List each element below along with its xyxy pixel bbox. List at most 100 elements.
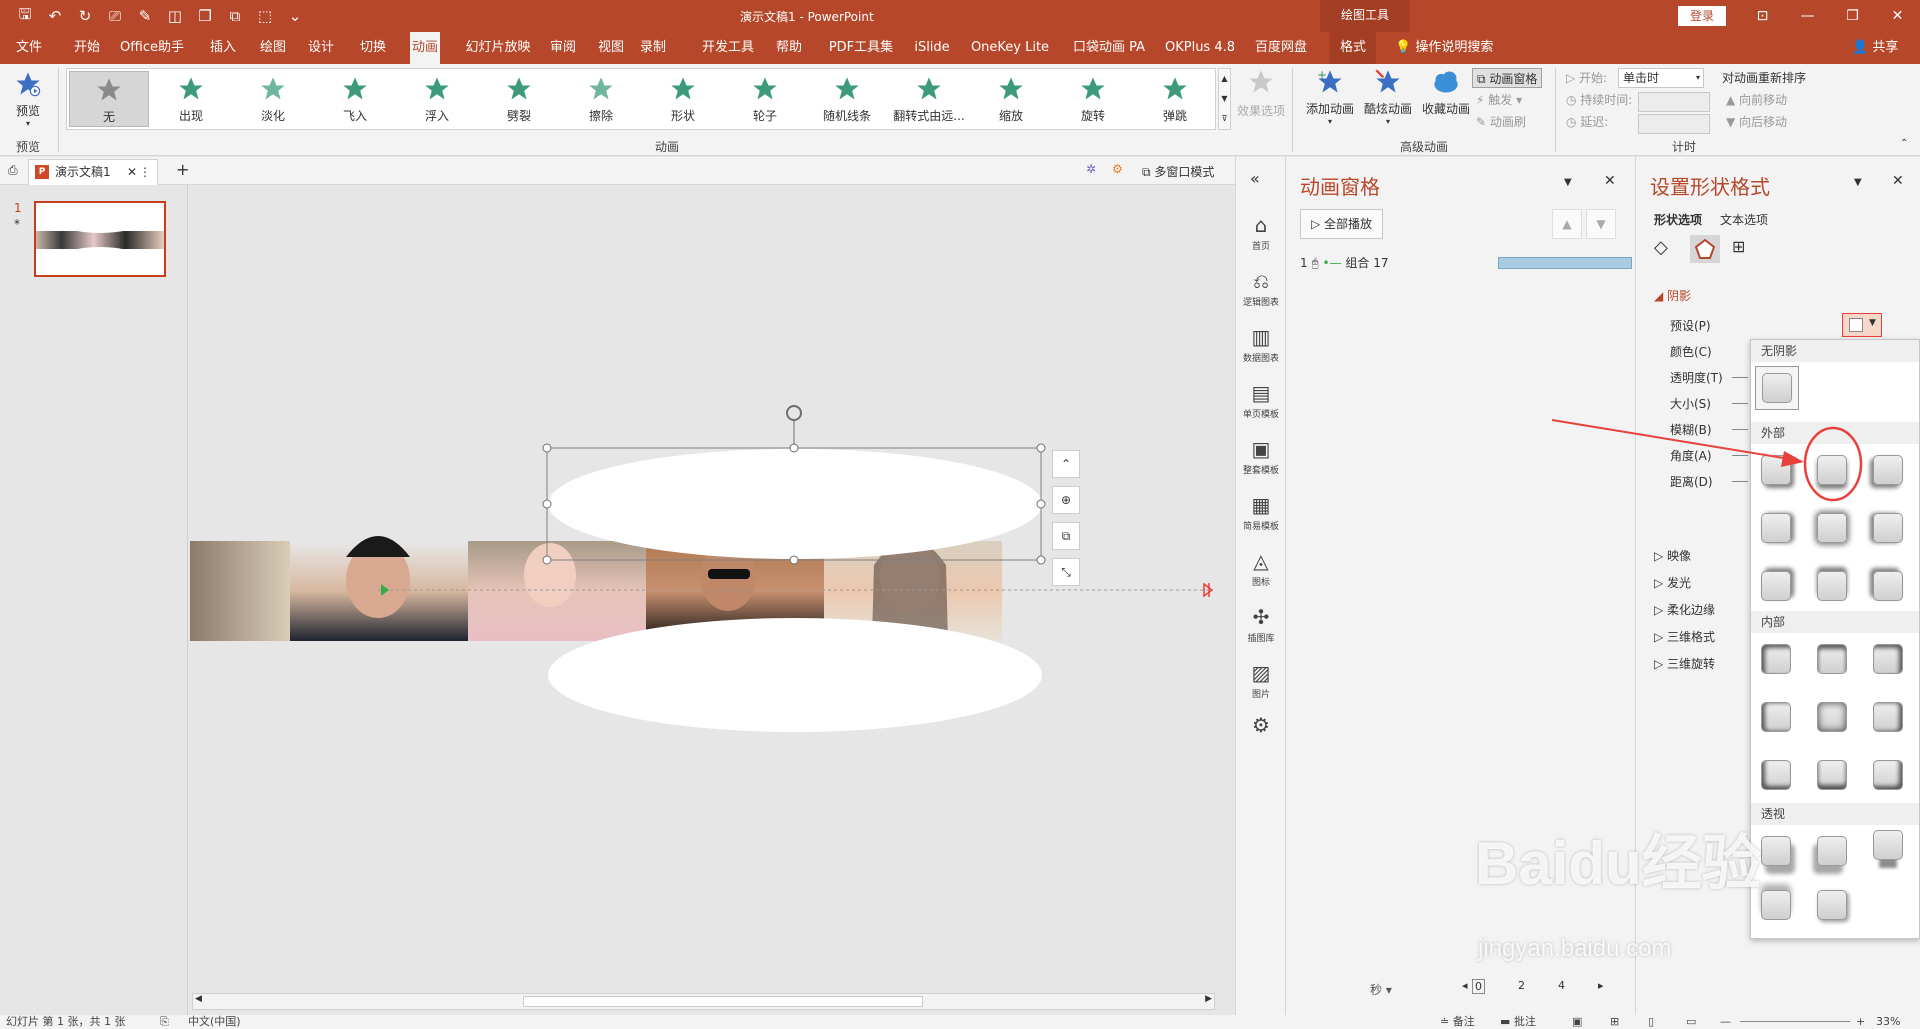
shape-options-tab[interactable]: 形状选项 [1654, 211, 1702, 228]
language[interactable]: 中文(中国) [188, 1015, 241, 1029]
animation-option-12[interactable]: 旋转 [1053, 71, 1133, 127]
gear-icon[interactable]: ⚙ [1236, 713, 1286, 737]
zoom-level[interactable]: 33% [1876, 1015, 1900, 1029]
align-center-icon[interactable]: ⊕ [1052, 486, 1080, 514]
prop-slider[interactable] [1732, 455, 1748, 456]
animation-option-13[interactable]: 弹跳 [1135, 71, 1215, 127]
prop-slider[interactable] [1732, 377, 1748, 378]
add-animation-button[interactable]: + 添加动画 ▾ [1302, 68, 1358, 126]
inner-shadow-1-0[interactable] [1761, 702, 1791, 732]
tab-3[interactable]: 插入 [206, 32, 240, 64]
size-properties-icon[interactable]: ⊞ [1732, 237, 1756, 261]
tab-15[interactable]: iSlide [910, 32, 954, 64]
animation-option-3[interactable]: 飞入 [315, 71, 395, 127]
close-pane-icon[interactable]: ✕ [1892, 173, 1904, 189]
animation-option-1[interactable]: 出现 [151, 71, 231, 127]
ungroup-icon[interactable]: ⬚ [252, 4, 278, 28]
effect-options-button[interactable]: 效果选项 [1236, 68, 1286, 119]
tab-17[interactable]: 口袋动画 PA [1070, 32, 1148, 64]
shadow-section-header[interactable]: ◢ 阴影 [1654, 287, 1691, 304]
no-shadow-option[interactable] [1755, 366, 1799, 410]
resize-icon[interactable]: ⤡ [1052, 558, 1080, 586]
animation-option-9[interactable]: 随机线条 [807, 71, 887, 127]
side-tool-6[interactable]: ◬ 图标 [1236, 549, 1286, 588]
new-tab-icon[interactable]: + [176, 160, 189, 179]
tab-more-icon[interactable]: ⋮ [139, 160, 151, 184]
document-tab[interactable]: P 演示文稿1 ✕ ⋮ [28, 159, 158, 185]
prop-slider[interactable] [1732, 481, 1748, 482]
animation-list-item[interactable]: 1 🖰 •— 组合 17 [1300, 253, 1632, 273]
normal-view-icon[interactable]: ▣ [1572, 1015, 1582, 1029]
side-tool-8[interactable]: ▨ 图片 [1236, 661, 1286, 700]
side-tool-5[interactable]: ▦ 简易模板 [1236, 493, 1286, 532]
zoom-slider[interactable] [1740, 1021, 1850, 1022]
section-4[interactable]: ▷ 三维旋转 [1654, 655, 1715, 672]
login-button[interactable]: 登录 [1678, 6, 1726, 26]
zoom-in-icon[interactable]: + [1856, 1015, 1865, 1029]
section-3[interactable]: ▷ 三维格式 [1654, 628, 1715, 645]
magic-icon[interactable]: ✲ [1086, 162, 1096, 176]
zoom-out-icon[interactable]: — [1720, 1015, 1731, 1029]
start-select[interactable]: 单击时 ▾ [1618, 68, 1704, 88]
outer-shadow-1-1[interactable] [1817, 513, 1847, 543]
move-down-icon[interactable]: ▼ [1586, 209, 1616, 239]
animation-option-0[interactable]: 无 [69, 71, 149, 127]
animation-option-10[interactable]: 翻转式由远... [889, 71, 969, 127]
delay-input[interactable] [1638, 114, 1710, 134]
tell-me-search[interactable]: 💡 操作说明搜索 [1395, 32, 1493, 64]
animation-painter-button[interactable]: ✎ 动画刷 [1476, 112, 1526, 132]
prop-slider[interactable] [1732, 403, 1748, 404]
inner-shadow-2-1[interactable] [1817, 760, 1847, 790]
preset-dropdown[interactable]: ▼ [1842, 313, 1882, 337]
section-1[interactable]: ▷ 发光 [1654, 574, 1691, 591]
multi-window-button[interactable]: ⧉ 多窗口模式 [1142, 163, 1214, 180]
bottom-ellipse[interactable] [548, 618, 1042, 732]
animation-option-2[interactable]: 淡化 [233, 71, 313, 127]
collapse-up-icon[interactable]: ⌃ [1052, 450, 1080, 478]
outer-shadow-0-2[interactable] [1873, 455, 1903, 485]
slideshow-view-icon[interactable]: ▭ [1686, 1015, 1696, 1029]
tab-6[interactable]: 切换 [356, 32, 390, 64]
section-0[interactable]: ▷ 映像 [1654, 547, 1691, 564]
top-ellipse[interactable] [548, 449, 1042, 559]
scroll-left-icon[interactable]: ◀ [195, 994, 202, 1004]
text-options-tab[interactable]: 文本选项 [1720, 211, 1768, 228]
tab-1[interactable]: 开始 [70, 32, 104, 64]
tab-9[interactable]: 审阅 [546, 32, 580, 64]
format-painter-icon[interactable]: ✎ [132, 4, 158, 28]
save-icon[interactable]: 🖫 [12, 4, 38, 28]
rotate-handle[interactable] [786, 405, 802, 444]
scroll-thumb[interactable] [523, 996, 923, 1007]
pane-options-icon[interactable]: ▼ [1854, 177, 1862, 188]
inner-shadow-1-2[interactable] [1873, 702, 1903, 732]
spellcheck-icon[interactable]: ⎘ [160, 1015, 169, 1029]
move-later-button[interactable]: ▼ 向后移动 [1726, 112, 1787, 132]
comments-button[interactable]: ▬ 批注 [1500, 1015, 1536, 1029]
tab-7[interactable]: 动画 [410, 32, 440, 64]
trigger-button[interactable]: ⚡ 触发 ▾ [1476, 90, 1522, 110]
close-tab-icon[interactable]: ✕ [127, 160, 137, 184]
side-tool-4[interactable]: ▣ 整套模板 [1236, 437, 1286, 476]
outer-shadow-1-2[interactable] [1873, 513, 1903, 543]
effects-tab[interactable] [1690, 235, 1720, 263]
undo-icon[interactable]: ↶ [42, 4, 68, 28]
inner-shadow-0-2[interactable] [1873, 644, 1903, 674]
tab-5[interactable]: 设计 [304, 32, 338, 64]
outer-shadow-0-0[interactable] [1761, 455, 1791, 485]
tabs-menu-icon[interactable]: ⎙ [8, 163, 18, 178]
outer-shadow-2-2[interactable] [1873, 571, 1903, 601]
reading-view-icon[interactable]: ▯ [1648, 1015, 1654, 1029]
tab-12[interactable]: 开发工具 [700, 32, 756, 64]
inner-shadow-0-0[interactable] [1761, 644, 1791, 674]
outer-shadow-2-1[interactable] [1817, 571, 1847, 601]
inner-shadow-0-1[interactable] [1817, 644, 1847, 674]
perspective-shadow-1[interactable] [1817, 836, 1847, 866]
share-button[interactable]: 👤 共享 [1852, 32, 1898, 64]
side-tool-3[interactable]: ▤ 单页模板 [1236, 381, 1286, 420]
move-up-icon[interactable]: ▲ [1552, 209, 1582, 239]
tab-13[interactable]: 帮助 [772, 32, 806, 64]
seconds-dropdown[interactable]: 秒 ▾ [1370, 981, 1392, 998]
tab-16[interactable]: OneKey Lite [970, 32, 1050, 64]
favorite-animation-button[interactable]: 收藏动画 [1418, 68, 1474, 117]
animation-option-8[interactable]: 轮子 [725, 71, 805, 127]
